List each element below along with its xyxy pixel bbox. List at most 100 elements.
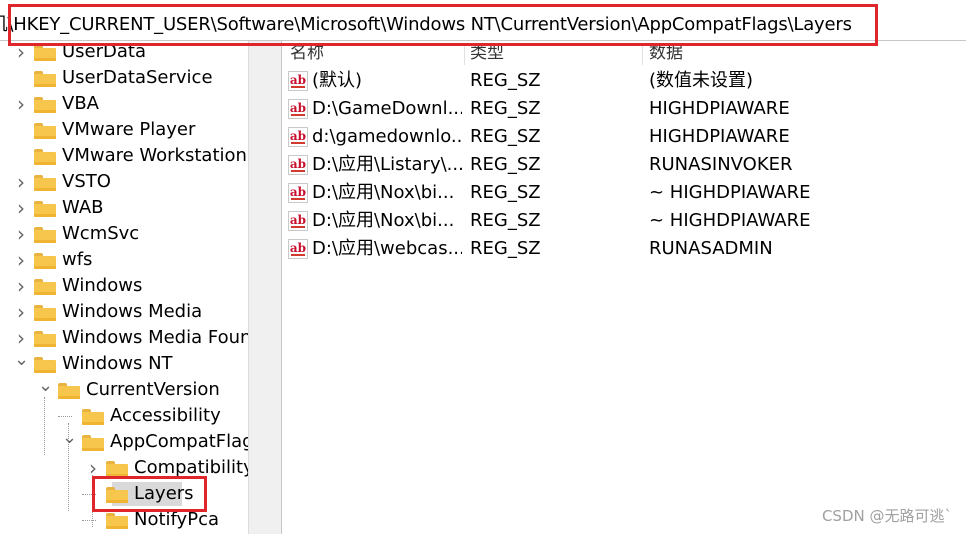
value-type: REG_SZ <box>470 238 541 259</box>
value-row[interactable]: ab d:\gamedownlo... REG_SZ HIGHDPIAWARE <box>282 123 966 151</box>
tree-item[interactable]: ⌄ CurrentVersion <box>0 377 248 403</box>
ab-string-icon: ab <box>288 71 308 91</box>
column-separator[interactable] <box>464 43 465 65</box>
ab-string-icon: ab <box>288 155 308 175</box>
chevron-down-icon[interactable]: ⌄ <box>62 429 77 455</box>
tree-item[interactable]: › Windows Media <box>0 299 248 325</box>
folder-icon <box>58 383 80 399</box>
layers-highlight-box <box>92 476 207 512</box>
folder-icon <box>34 97 56 113</box>
tree-item-label: AppCompatFlag <box>110 431 248 452</box>
tree-item-label: VBA <box>62 93 99 114</box>
value-type: REG_SZ <box>470 98 541 119</box>
tree-item-label: WcmSvc <box>62 223 140 244</box>
column-separator[interactable] <box>642 43 643 65</box>
folder-icon <box>106 513 128 529</box>
value-name: D:\GameDownl... <box>312 98 462 119</box>
tree-item[interactable]: › VBA <box>0 91 248 117</box>
folder-icon <box>34 45 56 61</box>
tree-item-label: Windows <box>62 275 143 296</box>
registry-tree[interactable]: › UserData UserDataService › VBA VMware Playe… <box>0 41 248 534</box>
tree-item[interactable]: UserDataService <box>0 65 248 91</box>
chevron-right-icon[interactable]: › <box>14 221 28 247</box>
tree-item-label: VMware Workstation <box>62 145 247 166</box>
value-data: ~ HIGHDPIAWARE <box>649 182 811 203</box>
tree-connector <box>82 520 96 521</box>
tree-item-label: wfs <box>62 249 93 270</box>
tree-item-label: CurrentVersion <box>86 379 220 400</box>
value-type: REG_SZ <box>470 154 541 175</box>
value-row[interactable]: ab D:\应用\Nox\bi... REG_SZ ~ HIGHDPIAWARE <box>282 179 966 207</box>
folder-icon <box>82 435 104 451</box>
value-name: D:\应用\Listary\... <box>312 154 462 175</box>
folder-icon <box>34 357 56 373</box>
chevron-right-icon[interactable]: › <box>14 195 28 221</box>
folder-icon <box>34 71 56 87</box>
tree-item-label: VMware Player <box>62 119 196 140</box>
value-name: D:\应用\webcas... <box>312 238 462 259</box>
tree-item[interactable]: VMware Player <box>0 117 248 143</box>
folder-icon <box>34 123 56 139</box>
ab-string-icon: ab <box>288 99 308 119</box>
tree-connector <box>68 423 69 511</box>
tree-item[interactable]: › wfs <box>0 247 248 273</box>
pane-splitter[interactable] <box>248 41 282 534</box>
ab-string-icon: ab <box>288 183 308 203</box>
value-name: D:\应用\Nox\bi... <box>312 182 455 203</box>
address-highlight-box <box>8 4 878 46</box>
value-data: RUNASADMIN <box>649 238 773 259</box>
tree-item[interactable]: VMware Workstation <box>0 143 248 169</box>
chevron-right-icon[interactable]: › <box>14 273 28 299</box>
value-row[interactable]: ab (默认) REG_SZ (数值未设置) <box>282 67 966 95</box>
value-data: (数值未设置) <box>649 70 754 91</box>
tree-item[interactable]: › WcmSvc <box>0 221 248 247</box>
value-row[interactable]: ab D:\应用\webcas... REG_SZ RUNASADMIN <box>282 235 966 263</box>
tree-item[interactable]: › WAB <box>0 195 248 221</box>
watermark: CSDN @无路可逃` <box>821 507 952 525</box>
ab-string-icon: ab <box>288 239 308 259</box>
folder-icon <box>34 253 56 269</box>
folder-icon <box>34 149 56 165</box>
chevron-right-icon[interactable]: › <box>14 169 28 195</box>
value-data: HIGHDPIAWARE <box>649 98 790 119</box>
values-pane[interactable]: 名称 类型 数据 ab (默认) REG_SZ (数值未设置) ab D:\GameDow… <box>282 41 966 534</box>
chevron-right-icon[interactable]: › <box>14 91 28 117</box>
folder-icon <box>34 331 56 347</box>
value-name: (默认) <box>312 70 363 91</box>
ab-string-icon: ab <box>288 211 308 231</box>
ab-string-icon: ab <box>288 127 308 147</box>
tree-item[interactable]: › VSTO <box>0 169 248 195</box>
folder-icon <box>34 175 56 191</box>
value-row[interactable]: ab D:\应用\Listary\... REG_SZ RUNASINVOKER <box>282 151 966 179</box>
tree-item[interactable]: Accessibility <box>0 403 248 429</box>
tree-item[interactable]: › Windows <box>0 273 248 299</box>
value-name: d:\gamedownlo... <box>312 126 462 147</box>
tree-item-label: WAB <box>62 197 104 218</box>
tree-item-label: Accessibility <box>110 405 221 426</box>
value-type: REG_SZ <box>470 210 541 231</box>
value-type: REG_SZ <box>470 182 541 203</box>
folder-icon <box>34 305 56 321</box>
tree-connector <box>58 416 72 417</box>
tree-item[interactable]: ⌄ Windows NT <box>0 351 248 377</box>
chevron-down-icon[interactable]: ⌄ <box>14 351 29 377</box>
value-data: RUNASINVOKER <box>649 154 793 175</box>
tree-item-label: VSTO <box>62 171 111 192</box>
tree-item[interactable]: ⌄ AppCompatFlag <box>0 429 248 455</box>
value-type: REG_SZ <box>470 126 541 147</box>
tree-item-label: Windows Media <box>62 301 203 322</box>
folder-icon <box>34 201 56 217</box>
value-row[interactable]: ab D:\GameDownl... REG_SZ HIGHDPIAWARE <box>282 95 966 123</box>
chevron-down-icon[interactable]: ⌄ <box>38 377 53 403</box>
value-row[interactable]: ab D:\应用\Nox\bi... REG_SZ ~ HIGHDPIAWARE <box>282 207 966 235</box>
value-data: ~ HIGHDPIAWARE <box>649 210 811 231</box>
tree-item[interactable]: › Windows Media Foun <box>0 325 248 351</box>
chevron-right-icon[interactable]: › <box>14 247 28 273</box>
chevron-right-icon[interactable]: › <box>14 299 28 325</box>
tree-item-label: UserDataService <box>62 67 213 88</box>
tree-connector <box>44 397 45 455</box>
folder-icon <box>34 227 56 243</box>
value-type: REG_SZ <box>470 70 541 91</box>
folder-icon <box>106 461 128 477</box>
chevron-right-icon[interactable]: › <box>14 325 28 351</box>
